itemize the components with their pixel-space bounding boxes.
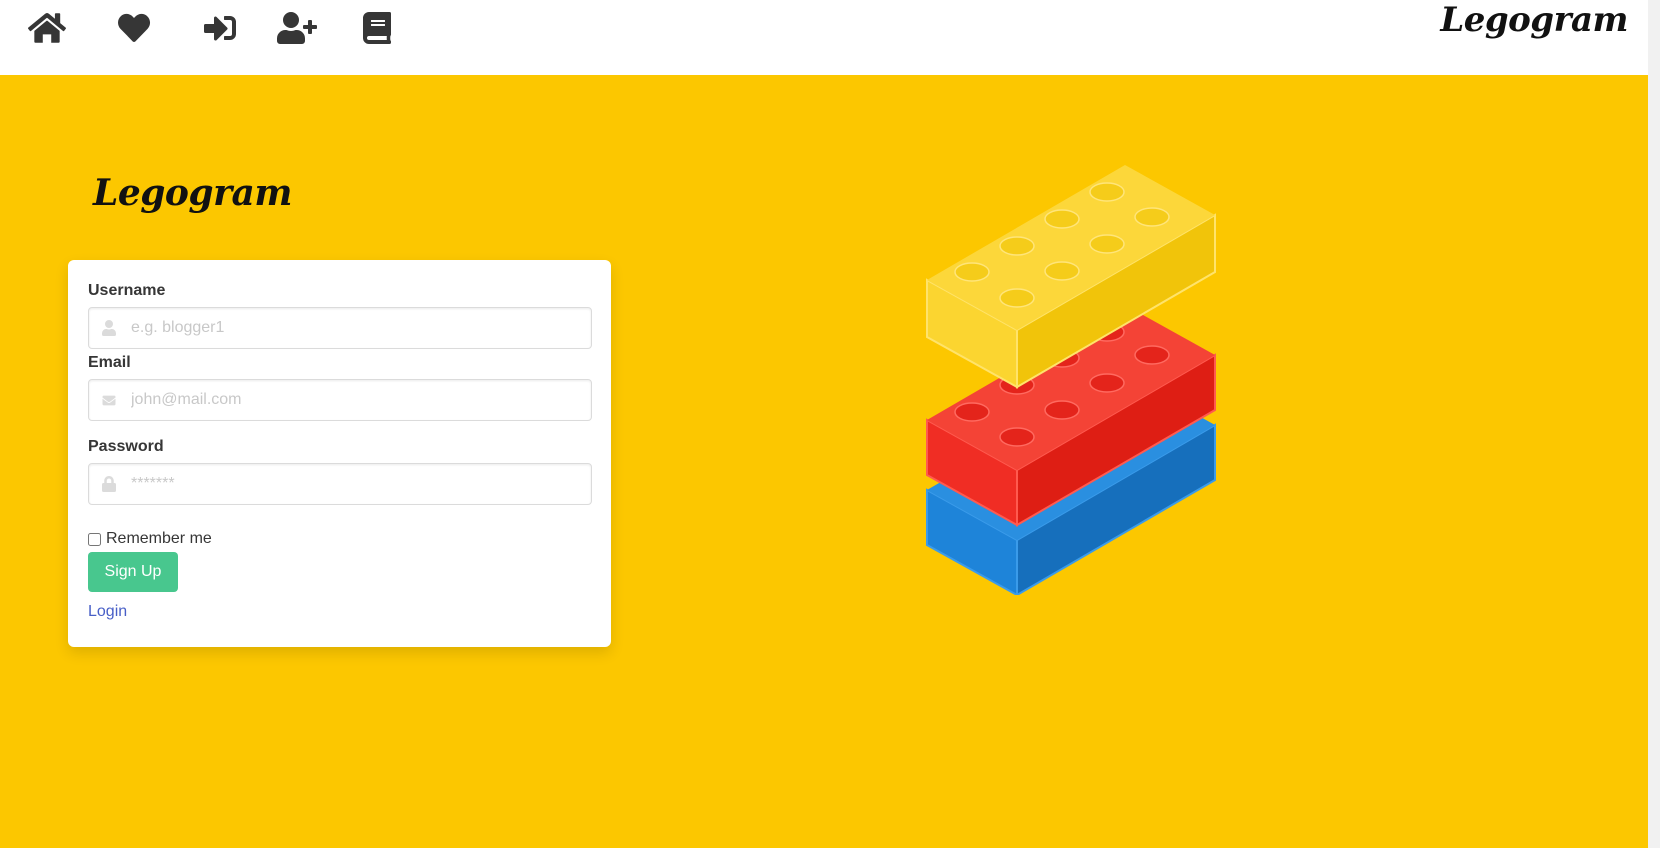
username-field-wrapper: [88, 307, 592, 349]
remember-me-row[interactable]: Remember me: [88, 530, 212, 548]
lego-bricks-illustration: [926, 165, 1216, 595]
envelope-icon: [99, 390, 119, 410]
book-icon[interactable]: [355, 6, 399, 50]
username-label: Username: [88, 282, 166, 299]
password-input[interactable]: [129, 464, 583, 504]
user-icon: [99, 318, 119, 338]
signup-form-card: Username Email Password Remember me Sign: [68, 260, 611, 647]
email-field-wrapper: [88, 379, 592, 421]
home-icon[interactable]: [25, 6, 69, 50]
password-label: Password: [88, 438, 164, 455]
email-label: Email: [88, 354, 131, 371]
username-input[interactable]: [129, 308, 583, 348]
hero-section: Legogram Username Email Password Remembe…: [0, 75, 1660, 848]
hero-title: Legogram: [93, 172, 292, 214]
heart-icon[interactable]: [112, 6, 156, 50]
top-navbar: Legogram: [0, 0, 1660, 75]
remember-me-checkbox[interactable]: [88, 532, 101, 546]
remember-me-label: Remember me: [106, 530, 212, 547]
lock-icon: [99, 474, 119, 494]
password-field-wrapper: [88, 463, 592, 505]
vertical-scrollbar[interactable]: [1648, 0, 1660, 848]
email-input[interactable]: [129, 380, 583, 420]
sign-in-icon[interactable]: [198, 6, 242, 50]
user-plus-icon[interactable]: [275, 6, 319, 50]
brand-logo[interactable]: Legogram: [1440, 0, 1628, 40]
sign-up-button[interactable]: Sign Up: [88, 552, 178, 592]
login-link[interactable]: Login: [88, 603, 127, 621]
